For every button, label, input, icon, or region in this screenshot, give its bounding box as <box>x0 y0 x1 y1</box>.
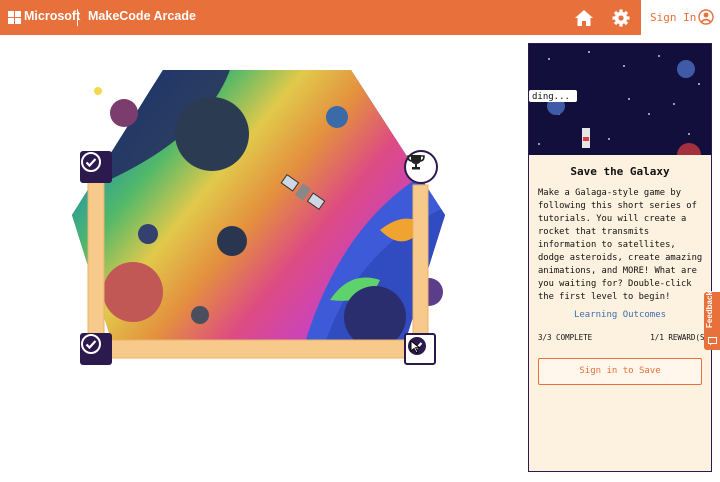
galaxy-banner-image: ding... <box>529 44 711 155</box>
dark-planet <box>217 226 247 256</box>
panel-banner-art: ding... <box>529 44 711 155</box>
sign-in-to-save-button[interactable]: Sign in to Save <box>538 358 702 385</box>
feedback-icon <box>708 337 717 346</box>
sign-in-button[interactable]: Sign In <box>641 0 720 35</box>
feedback-label: Feedback <box>705 291 714 328</box>
blue-planet <box>326 106 348 128</box>
skill-map <box>0 35 527 482</box>
sign-in-label: Sign In <box>650 11 697 24</box>
map-info-panel: ding... Save the Galaxy Make a Galaga-st… <box>528 43 712 472</box>
map-node-reward[interactable] <box>404 150 438 184</box>
user-circle-icon <box>698 9 714 25</box>
check-circle-icon <box>81 334 101 354</box>
top-bar: Microsoft MakeCode Arcade Sign In <box>0 0 720 35</box>
home-icon[interactable] <box>574 8 594 28</box>
pink-planet <box>110 99 138 127</box>
feedback-tab[interactable]: Feedback <box>704 291 720 350</box>
check-circle-icon <box>81 152 101 172</box>
microsoft-brand[interactable]: Microsoft <box>24 9 80 23</box>
banner-speech-text: ding... <box>532 92 570 102</box>
galaxy-map-art <box>72 70 445 359</box>
reward-status: 1/1 REWARD(S) <box>650 333 709 342</box>
large-dark-planet <box>175 97 249 171</box>
navy-planet <box>344 286 406 348</box>
microsoft-logo-icon <box>8 11 21 24</box>
trophy-icon <box>407 155 425 170</box>
mouse-cursor-icon <box>410 340 422 354</box>
map-title: Save the Galaxy <box>570 165 670 178</box>
app-title[interactable]: MakeCode Arcade <box>88 9 196 23</box>
header-divider <box>77 9 78 26</box>
star-dot <box>94 87 102 95</box>
completion-status: 3/3 COMPLETE <box>538 333 593 342</box>
map-node-level-2[interactable] <box>80 333 112 365</box>
map-node-level-1[interactable] <box>80 151 112 183</box>
map-description: Make a Galaga-style game by following th… <box>538 188 703 302</box>
small-planet <box>138 224 158 244</box>
gear-icon[interactable] <box>611 8 631 28</box>
learning-outcomes-link[interactable]: Learning Outcomes <box>529 310 711 320</box>
grey-planet <box>191 306 209 324</box>
